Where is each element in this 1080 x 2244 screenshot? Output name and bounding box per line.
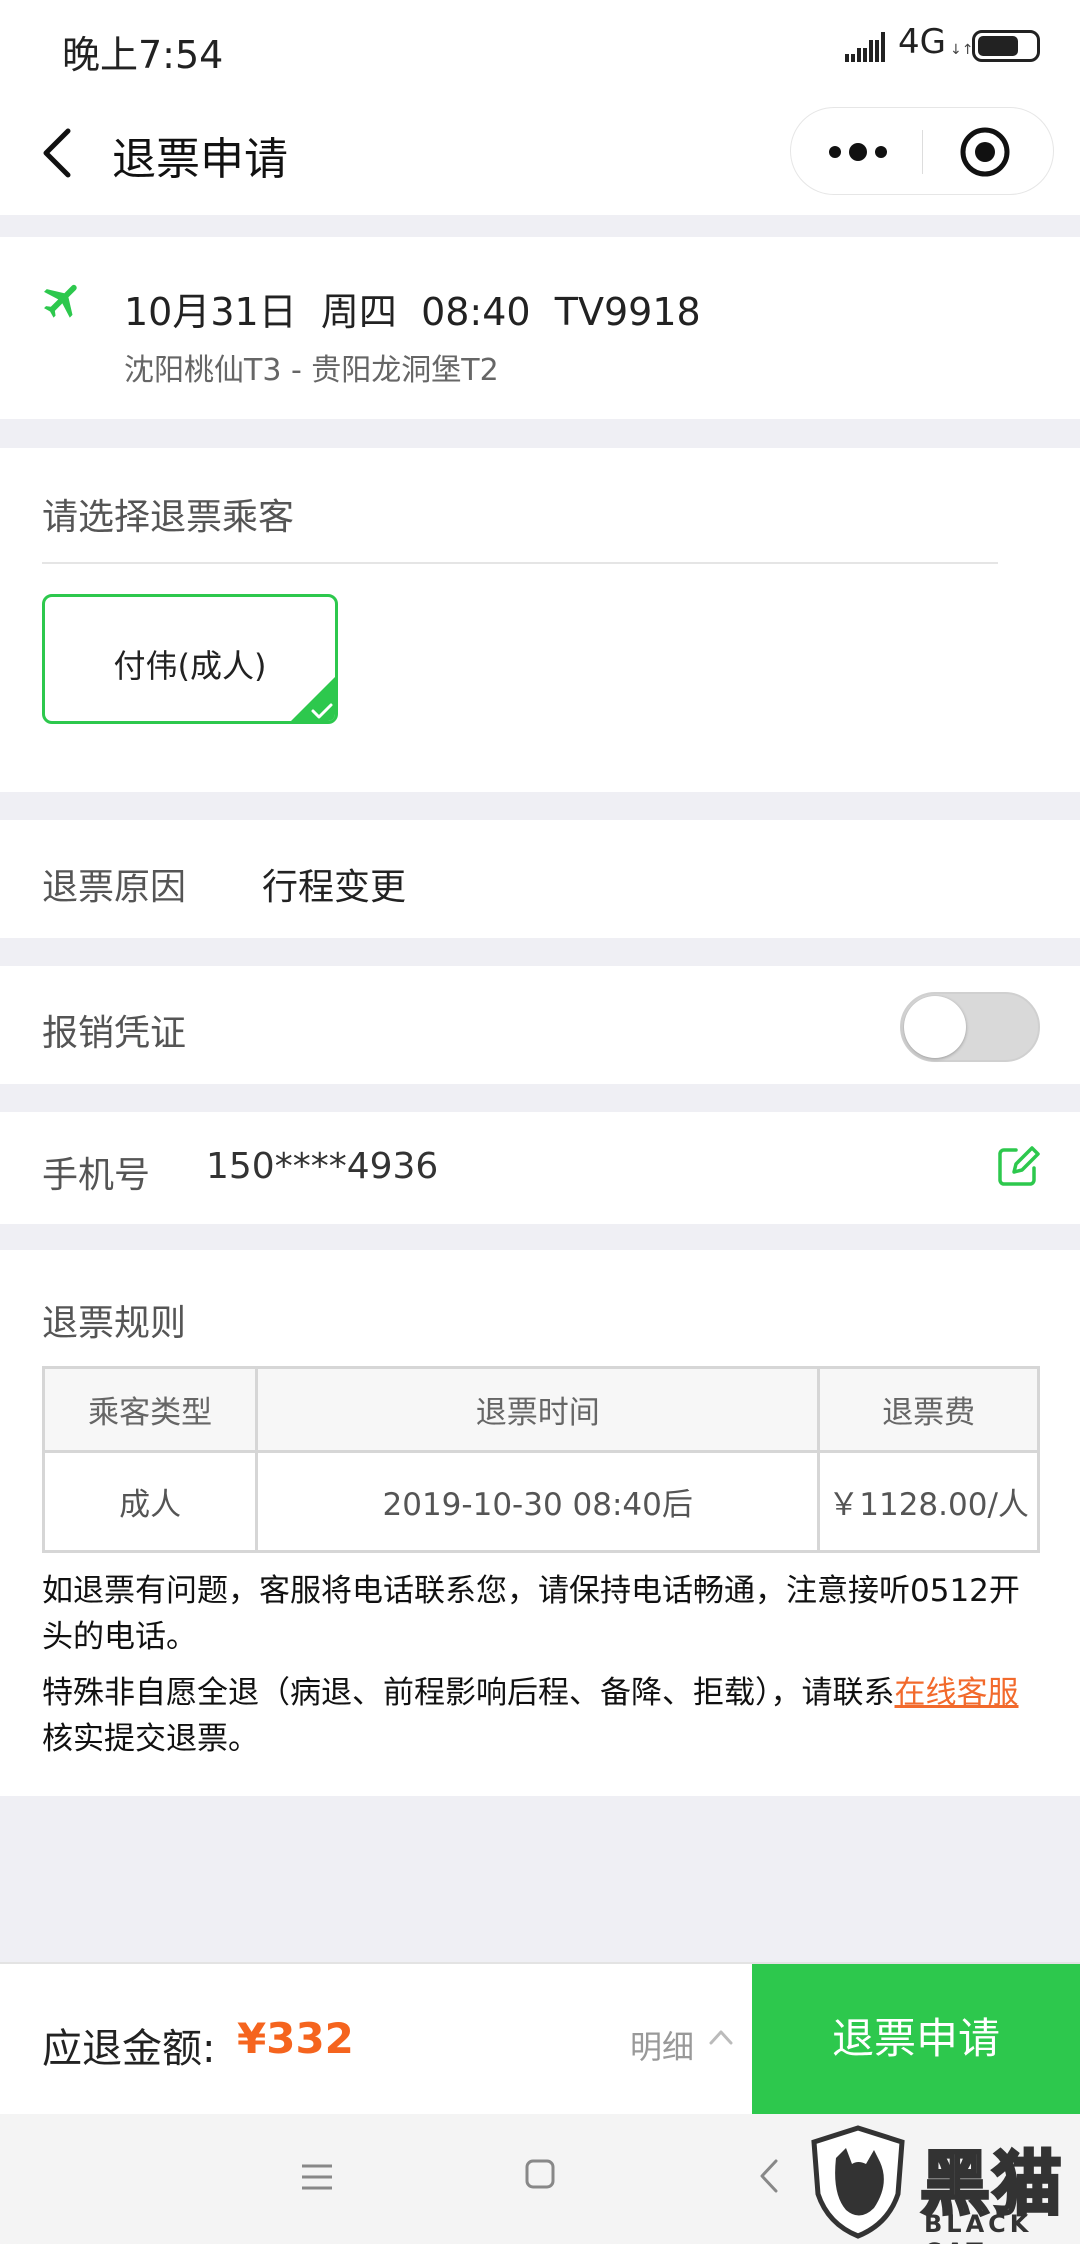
- detail-toggle[interactable]: 明细: [630, 2022, 694, 2068]
- refund-reason-row[interactable]: 退票原因 行程变更: [0, 820, 1080, 938]
- signal-icon: [845, 32, 885, 62]
- refund-reason-value: 行程变更: [262, 867, 407, 908]
- refund-rules-title: 退票规则: [42, 1303, 187, 1344]
- phone-value: 150****4936: [206, 1146, 439, 1187]
- more-dots-icon[interactable]: [827, 132, 889, 172]
- voucher-label: 报销凭证: [42, 1013, 187, 1054]
- home-square-icon[interactable]: [524, 2158, 556, 2190]
- network-arrows-icon: ↓↑: [950, 42, 974, 58]
- note-text: 核实提交退票。: [42, 1721, 259, 1757]
- refund-amount-value: ¥332: [237, 2014, 354, 2063]
- submit-refund-button[interactable]: 退票申请: [752, 1964, 1080, 2116]
- flight-info-card: 10月31日 周四 08:40 TV9918 沈阳桃仙T3 - 贵阳龙洞堡T2: [0, 237, 1080, 419]
- rules-note-special: 特殊非自愿全退（病退、前程影响后程、备降、拒载），请联系在线客服核实提交退票。: [42, 1670, 1042, 1762]
- phone-label: 手机号: [42, 1155, 151, 1196]
- table-row: 成人 2019-10-30 08:40后 ￥1128.00/人: [41, 1450, 1040, 1553]
- table-header: 退票费: [817, 1366, 1040, 1453]
- bottom-bar: 应退金额: ¥332 明细 退票申请: [0, 1962, 1080, 2116]
- airplane-icon: [44, 284, 77, 318]
- back-arrow-icon[interactable]: [38, 123, 78, 183]
- chevron-up-icon[interactable]: [708, 2026, 734, 2048]
- nav-bar: 退票申请: [0, 95, 1080, 215]
- battery-icon: [972, 30, 1040, 62]
- passenger-chip[interactable]: 付伟(成人): [42, 594, 338, 724]
- watermark-en-text: BLACK CAT: [924, 2210, 1033, 2244]
- edit-icon[interactable]: [994, 1142, 1042, 1190]
- menu-icon[interactable]: [300, 2162, 334, 2192]
- status-time: 晚上7:54: [62, 33, 224, 77]
- note-text: 特殊非自愿全退（病退、前程影响后程、备降、拒载），请联系: [42, 1675, 895, 1711]
- selected-check-icon: [291, 677, 335, 721]
- status-bar: 晚上7:54 4G ↓↑: [0, 0, 1080, 95]
- network-type: 4G: [898, 22, 946, 62]
- table-cell: ￥1128.00/人: [817, 1450, 1040, 1553]
- online-service-link[interactable]: 在线客服: [895, 1675, 1019, 1711]
- flight-summary: 10月31日 周四 08:40 TV9918: [124, 281, 701, 336]
- close-target-icon[interactable]: [959, 126, 1011, 178]
- mini-program-capsule: [790, 107, 1054, 195]
- table-header: 乘客类型: [41, 1366, 259, 1453]
- black-cat-watermark: 黑猫 BLACK CAT: [808, 2124, 1080, 2244]
- passenger-section-title: 请选择退票乘客: [42, 497, 295, 538]
- table-cell: 2019-10-30 08:40后: [255, 1450, 821, 1553]
- table-header-row: 乘客类型 退票时间 退票费: [41, 1366, 1040, 1453]
- system-back-icon[interactable]: [758, 2158, 780, 2194]
- table-header: 退票时间: [255, 1366, 821, 1453]
- table-cell: 成人: [41, 1450, 259, 1553]
- capsule-divider: [922, 130, 923, 174]
- divider: [42, 562, 998, 564]
- flight-weekday: 周四: [320, 290, 397, 334]
- flight-route: 沈阳桃仙T3 - 贵阳龙洞堡T2: [124, 353, 499, 388]
- cat-shield-logo-icon: [811, 2125, 905, 2239]
- refund-amount-label: 应退金额:: [42, 2026, 216, 2072]
- rules-note-contact: 如退票有问题，客服将电话联系您，请保持电话畅通，注意接听0512开头的电话。: [42, 1573, 1020, 1655]
- voucher-row: 报销凭证: [0, 966, 1080, 1084]
- passenger-selection-card: 请选择退票乘客 付伟(成人): [0, 448, 1080, 792]
- flight-time: 08:40: [421, 290, 531, 334]
- voucher-toggle[interactable]: [900, 992, 1040, 1062]
- refund-rules-card: 退票规则 乘客类型 退票时间 退票费 成人 2019-10-30 08:40后 …: [0, 1250, 1080, 1796]
- flight-number: TV9918: [554, 290, 701, 334]
- phone-row: 手机号 150****4936: [0, 1112, 1080, 1224]
- toggle-knob: [904, 996, 966, 1058]
- flight-date: 10月31日: [124, 290, 297, 334]
- refund-reason-label: 退票原因: [42, 867, 187, 908]
- page-title: 退票申请: [112, 134, 288, 185]
- refund-rules-table: 乘客类型 退票时间 退票费 成人 2019-10-30 08:40后 ￥1128…: [41, 1366, 1040, 1553]
